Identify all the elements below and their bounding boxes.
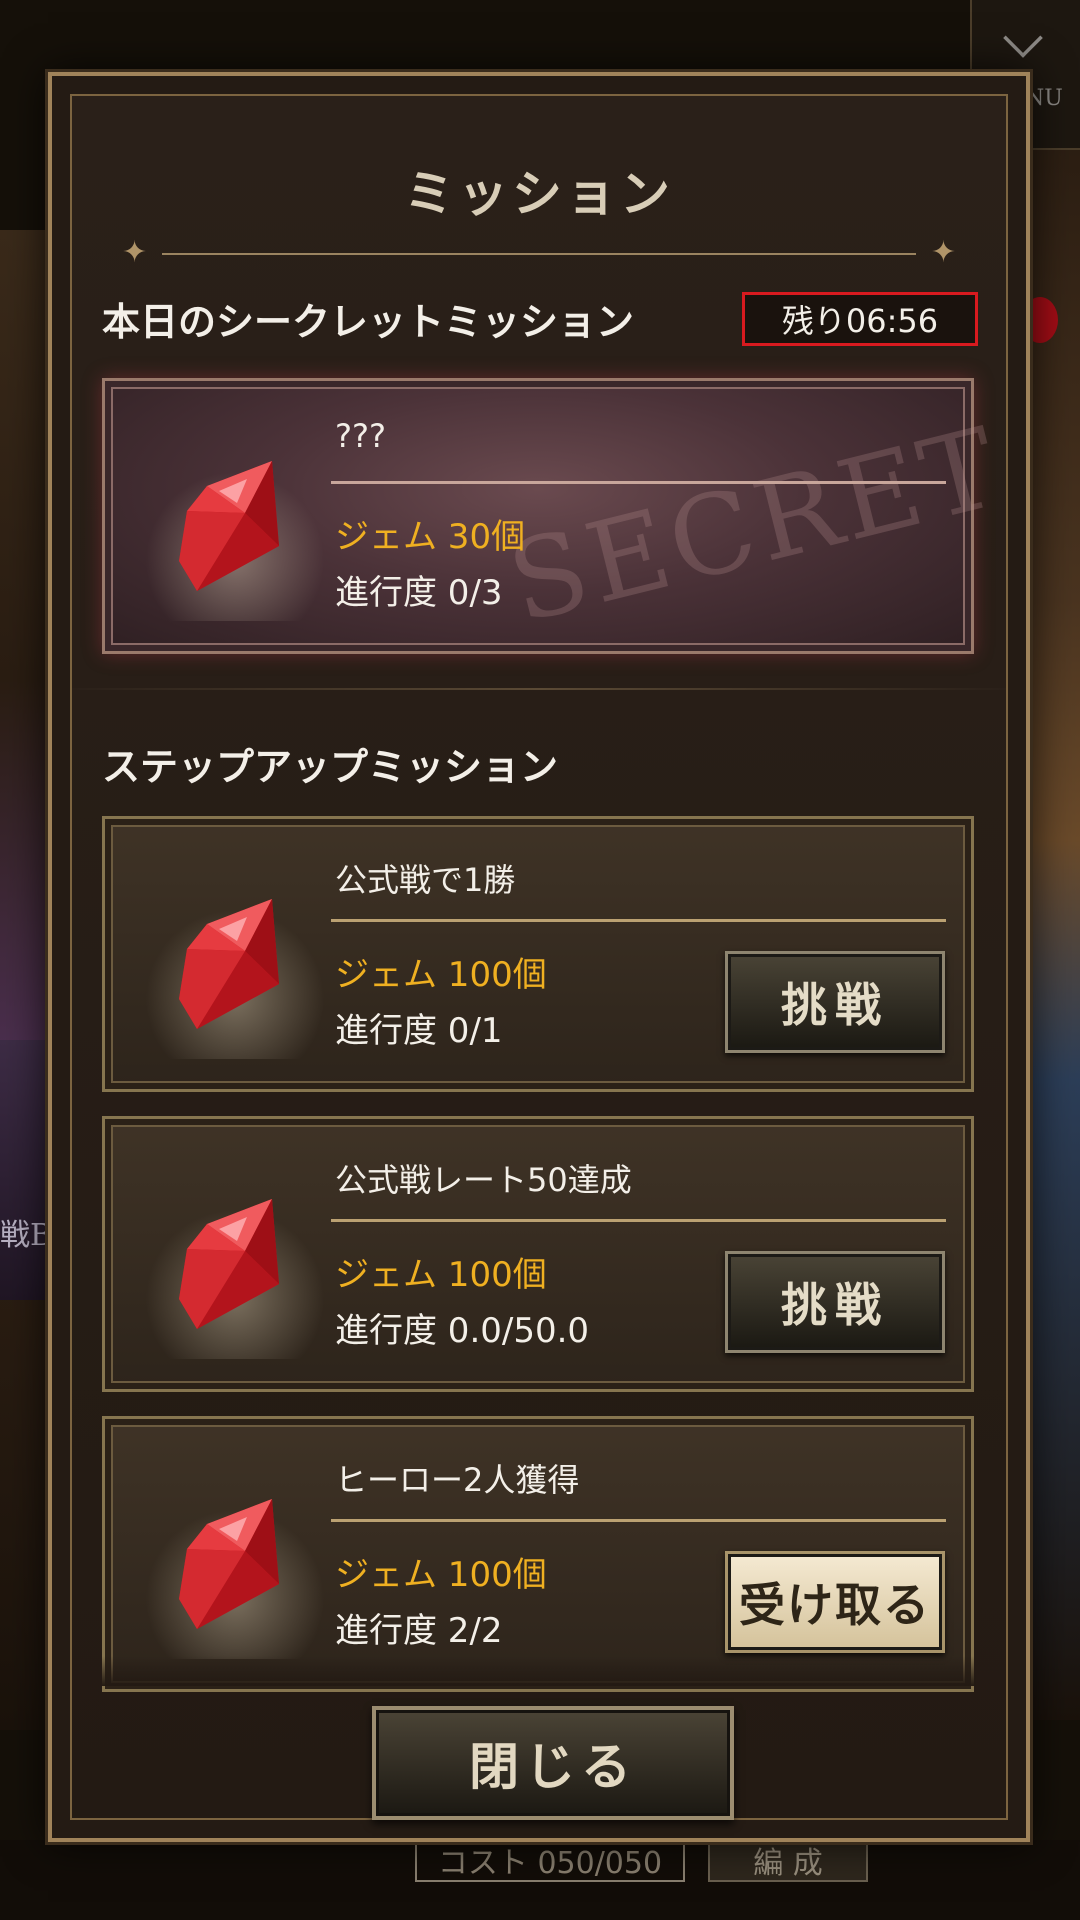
secret-mission-heading: 本日のシークレットミッション (102, 300, 635, 344)
dialog-title: ミッション (404, 164, 674, 223)
red-gem-icon (179, 1499, 279, 1629)
list-scroll-fade (102, 1656, 976, 1686)
stepup-mission-card: 公式戦で1勝 ジェム 100個 進行度 0/1 挑戦 (102, 816, 974, 1092)
red-gem-icon (179, 899, 279, 1029)
section-divider (72, 688, 1006, 690)
red-gem-icon (179, 1199, 279, 1329)
mission-progress: 進行度 2/2 (335, 1611, 503, 1651)
mission-name: ??? (335, 417, 386, 455)
secret-watermark: SECRET (496, 402, 1014, 648)
mission-reward: ジェム 30個 (335, 517, 526, 557)
mission-name-divider (331, 481, 946, 484)
red-gem-icon (179, 461, 279, 591)
mission-progress: 進行度 0/1 (335, 1011, 503, 1051)
ornamental-divider: ✦ ✦ (122, 238, 956, 268)
background-left-card (0, 1040, 52, 1300)
mission-dialog-inner: ミッション ✦ ✦ 本日のシークレットミッション 残り06:56 SECRET … (70, 94, 1013, 1820)
mission-reward: ジェム 100個 (335, 1555, 547, 1595)
background-edit-button: 編 成 (708, 1838, 868, 1882)
ornament-left-icon: ✦ (122, 235, 148, 270)
mission-name-divider (331, 1219, 946, 1222)
mission-name-divider (331, 919, 946, 922)
close-button[interactable]: 閉じる (372, 1706, 734, 1820)
mission-reward: ジェム 100個 (335, 955, 547, 995)
background-cost-label: コスト 050/050 (415, 1838, 685, 1882)
stepup-mission-card: ヒーロー2人獲得 ジェム 100個 進行度 2/2 受け取る (102, 1416, 974, 1692)
challenge-button[interactable]: 挑戦 (725, 951, 945, 1053)
receive-reward-button[interactable]: 受け取る (725, 1551, 945, 1653)
mission-name: 公式戦で1勝 (335, 861, 516, 899)
ornament-line (162, 253, 916, 255)
mission-name: ヒーロー2人獲得 (335, 1461, 580, 1499)
ornament-right-icon: ✦ (930, 235, 956, 270)
mission-progress: 進行度 0.0/50.0 (335, 1311, 590, 1351)
stepup-mission-heading: ステップアップミッション (102, 745, 559, 789)
secret-mission-card: SECRET ??? ジェム 30個 進行度 0/3 (102, 378, 1013, 654)
challenge-button[interactable]: 挑戦 (725, 1251, 945, 1353)
mission-reward: ジェム 100個 (335, 1255, 547, 1295)
stepup-mission-card: 公式戦レート50達成 ジェム 100個 進行度 0.0/50.0 挑戦 (102, 1116, 974, 1392)
mission-name: 公式戦レート50達成 (335, 1161, 632, 1199)
mission-dialog: ミッション ✦ ✦ 本日のシークレットミッション 残り06:56 SECRET … (48, 72, 1030, 1842)
background-menu-label: NU (1025, 86, 1063, 111)
mission-progress: 進行度 0/3 (335, 573, 503, 613)
remaining-time-badge: 残り06:56 (742, 292, 978, 346)
mission-name-divider (331, 1519, 946, 1522)
